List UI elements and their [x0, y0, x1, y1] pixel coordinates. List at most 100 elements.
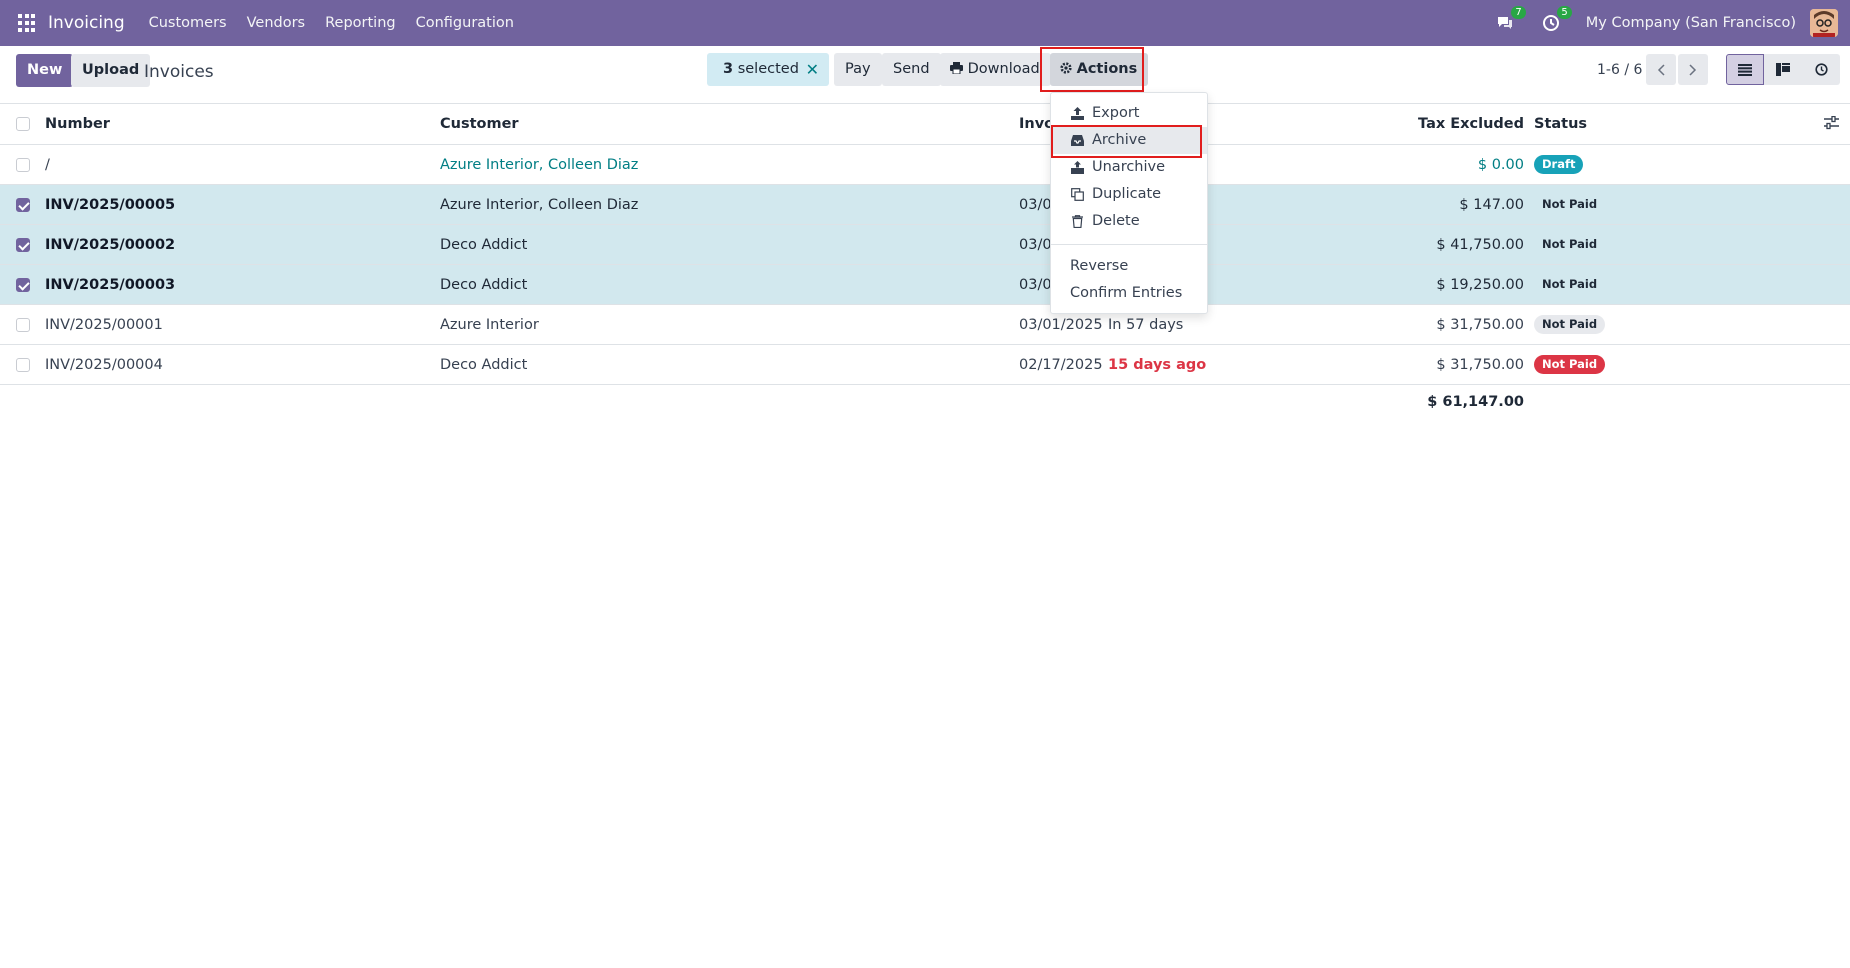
list-view-button[interactable] — [1726, 54, 1764, 85]
row-customer[interactable]: Azure Interior, Colleen Diaz — [440, 145, 638, 185]
menu-item-label: Duplicate — [1092, 186, 1162, 202]
row-amount: $ 19,250.00 — [1436, 277, 1524, 293]
chevron-left-icon — [1657, 63, 1665, 76]
clock-icon — [1814, 63, 1828, 76]
messages-icon[interactable]: 7 — [1494, 6, 1526, 34]
header-number[interactable]: Number — [45, 104, 110, 144]
chevron-right-icon — [1689, 63, 1697, 76]
optional-columns-icon[interactable] — [1824, 115, 1839, 134]
menu-item-label: Reverse — [1070, 258, 1129, 274]
menu-item-label: Delete — [1092, 213, 1140, 229]
table-row[interactable]: INV/2025/00003 Deco Addict 03/0 $ 19,250… — [0, 265, 1850, 305]
table-row[interactable]: INV/2025/00002 Deco Addict 03/0 $ 41,750… — [0, 225, 1850, 265]
row-amount: $ 31,750.00 — [1436, 357, 1524, 373]
row-invoice-date: 03/0 — [1019, 277, 1052, 293]
unarchive-icon — [1071, 161, 1084, 174]
kanban-icon — [1776, 63, 1790, 76]
menu-item-delete[interactable]: Delete — [1051, 208, 1207, 235]
row-due-date: 15 days ago — [1108, 357, 1207, 373]
user-avatar[interactable] — [1810, 9, 1838, 37]
apps-menu-icon[interactable] — [18, 14, 36, 32]
selection-counter: 3 selected ✕ — [707, 53, 829, 86]
status-badge: Not Paid — [1542, 197, 1598, 211]
table-row[interactable]: INV/2025/00005 Azure Interior, Colleen D… — [0, 185, 1850, 225]
status-badge: Not Paid — [1534, 315, 1606, 334]
status-badge: Not Paid — [1542, 277, 1598, 291]
activities-clock-icon[interactable]: 5 — [1540, 6, 1572, 34]
row-checkbox[interactable] — [16, 318, 30, 332]
app-brand[interactable]: Invoicing — [48, 13, 125, 33]
menu-item-label: Export — [1092, 105, 1140, 121]
row-customer[interactable]: Deco Addict — [440, 265, 527, 305]
row-number: INV/2025/00002 — [45, 237, 176, 253]
row-checkbox[interactable] — [16, 198, 30, 212]
menu-item-export[interactable]: Export — [1051, 100, 1207, 127]
row-customer[interactable]: Azure Interior — [440, 305, 539, 345]
table-row[interactable]: INV/2025/00001 Azure Interior 03/01/2025… — [0, 305, 1850, 345]
download-button[interactable]: Download — [940, 53, 1051, 86]
page-title: Invoices — [144, 62, 214, 82]
row-amount: $ 31,750.00 — [1436, 317, 1524, 333]
clear-selection-icon[interactable]: ✕ — [806, 53, 819, 86]
upload-button[interactable]: Upload — [71, 54, 151, 87]
control-panel: New Upload Invoices 3 selected ✕ Pay Sen… — [0, 46, 1850, 104]
row-customer[interactable]: Deco Addict — [440, 225, 527, 265]
header-tax-excluded[interactable]: Tax Excluded — [1324, 104, 1524, 144]
table-header: Number Customer Invoi Tax Excluded Statu… — [0, 104, 1850, 145]
select-all-checkbox[interactable] — [16, 117, 30, 131]
table-row[interactable]: INV/2025/00004 Deco Addict 02/17/2025 15… — [0, 345, 1850, 385]
list-icon — [1738, 63, 1752, 76]
copy-icon — [1071, 188, 1084, 201]
menu-item-unarchive[interactable]: Unarchive — [1051, 154, 1207, 181]
status-badge: Draft — [1534, 155, 1584, 174]
menu-divider — [1051, 244, 1207, 245]
kanban-view-button[interactable] — [1764, 54, 1802, 85]
row-number: INV/2025/00004 — [45, 357, 163, 373]
status-badge: Not Paid — [1542, 237, 1598, 251]
menu-item-confirm-entries[interactable]: Confirm Entries — [1051, 280, 1207, 307]
row-amount: $ 147.00 — [1459, 197, 1524, 213]
row-number: / — [45, 157, 50, 173]
company-switcher[interactable]: My Company (San Francisco) — [1586, 15, 1796, 31]
row-number: INV/2025/00005 — [45, 197, 176, 213]
menu-item-reverse[interactable]: Reverse — [1051, 253, 1207, 280]
trash-icon — [1072, 215, 1083, 228]
new-button[interactable]: New — [16, 54, 74, 87]
row-invoice-date: 03/0 — [1019, 197, 1052, 213]
upload-icon — [1071, 107, 1084, 120]
selected-count: 3 — [723, 61, 734, 77]
printer-icon — [950, 62, 963, 75]
row-customer[interactable]: Azure Interior, Colleen Diaz — [440, 185, 638, 225]
download-label: Download — [967, 61, 1040, 77]
row-customer[interactable]: Deco Addict — [440, 345, 527, 385]
menu-item-duplicate[interactable]: Duplicate — [1051, 181, 1207, 208]
pager-next-button[interactable] — [1678, 54, 1708, 85]
menu-configuration[interactable]: Configuration — [416, 15, 514, 31]
header-customer[interactable]: Customer — [440, 104, 519, 144]
menu-vendors[interactable]: Vendors — [247, 15, 306, 31]
header-status[interactable]: Status — [1534, 104, 1587, 144]
row-checkbox[interactable] — [16, 278, 30, 292]
row-amount: $ 41,750.00 — [1436, 237, 1524, 253]
table-row[interactable]: / Azure Interior, Colleen Diaz $ 0.00 Dr… — [0, 145, 1850, 185]
row-invoice-date: 03/0 — [1019, 237, 1052, 253]
activity-view-button[interactable] — [1802, 54, 1840, 85]
row-checkbox[interactable] — [16, 238, 30, 252]
row-checkbox[interactable] — [16, 158, 30, 172]
menu-item-label: Confirm Entries — [1070, 285, 1183, 301]
send-button[interactable]: Send — [882, 53, 941, 86]
pager-previous-button[interactable] — [1646, 54, 1676, 85]
menu-customers[interactable]: Customers — [149, 15, 227, 31]
actions-highlight-box — [1040, 47, 1144, 92]
menu-item-label: Unarchive — [1092, 159, 1166, 175]
pager-value[interactable]: 1-6 / 6 — [1597, 62, 1642, 78]
pay-button[interactable]: Pay — [834, 53, 882, 86]
activities-badge: 5 — [1557, 6, 1572, 19]
row-number: INV/2025/00003 — [45, 277, 176, 293]
row-checkbox[interactable] — [16, 358, 30, 372]
selected-text: selected — [737, 61, 799, 77]
row-invoice-date: 02/17/2025 — [1019, 357, 1103, 373]
status-badge: Not Paid — [1534, 355, 1606, 374]
menu-reporting[interactable]: Reporting — [325, 15, 396, 31]
top-navbar: Invoicing Customers Vendors Reporting Co… — [0, 0, 1850, 46]
